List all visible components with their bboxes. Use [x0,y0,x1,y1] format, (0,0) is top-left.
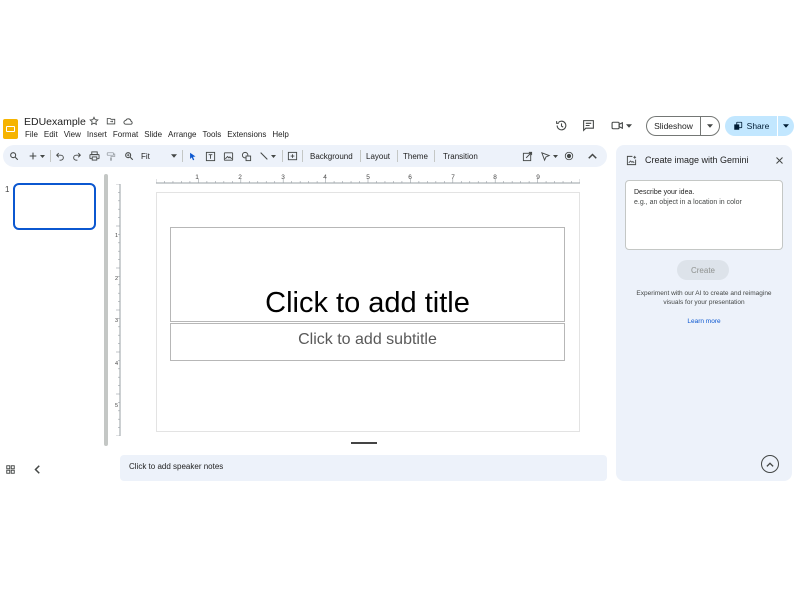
share-dropdown-button[interactable] [778,116,794,136]
ruler-label: 8 [493,174,497,181]
transition-button[interactable]: Transition [443,145,478,167]
chevron-down-icon[interactable] [171,145,177,167]
shape-icon[interactable] [241,145,252,167]
pen-icon[interactable] [540,145,558,167]
menu-insert[interactable]: Insert [84,130,110,139]
title-placeholder[interactable]: Click to add title [170,227,565,322]
prompt-label: Describe your idea. [634,189,695,196]
slideshow-dropdown-button[interactable] [700,116,720,136]
horizontal-ruler[interactable]: 1 2 3 4 5 6 7 8 9 [156,172,580,184]
grid-view-icon[interactable] [6,465,15,474]
ruler-label: 3 [115,318,118,324]
select-icon[interactable] [188,145,198,167]
vertical-ruler[interactable]: 1 2 3 4 5 [112,184,122,436]
background-button[interactable]: Background [310,145,353,167]
close-icon[interactable] [775,156,784,165]
image-create-icon [626,155,637,166]
collapse-toolbar-icon[interactable] [588,145,597,167]
paint-format-icon[interactable] [106,145,116,167]
prompt-placeholder: e.g., an object in a location in color [634,199,742,206]
new-slide-icon[interactable] [28,145,45,167]
image-icon[interactable] [223,145,234,167]
document-title[interactable]: EDUexample [24,116,86,128]
speaker-notes-placeholder: Click to add speaker notes [129,462,224,471]
layout-button[interactable]: Layout [366,145,390,167]
menu-edit[interactable]: Edit [41,130,61,139]
menu-arrange[interactable]: Arrange [165,130,199,139]
menu-view[interactable]: View [61,130,84,139]
text-box-icon[interactable] [205,145,216,167]
undo-icon[interactable] [55,145,65,167]
ruler-label: 7 [451,174,455,181]
ruler-label: 6 [408,174,412,181]
star-icon[interactable] [89,116,99,126]
ruler-label: 2 [238,174,242,181]
meet-video-icon[interactable] [611,119,632,132]
panel-title: Create image with Gemini [645,155,749,165]
motion-icon[interactable] [522,145,533,167]
ruler-label: 5 [366,174,370,181]
collapse-filmstrip-icon[interactable] [34,465,40,474]
chevron-down-icon [707,124,713,128]
folder-move-icon[interactable] [106,116,116,126]
zoom-select[interactable]: Fit [141,145,150,167]
menu-extensions[interactable]: Extensions [224,130,269,139]
comment-add-icon[interactable] [287,145,298,167]
redo-icon[interactable] [72,145,82,167]
menu-format[interactable]: Format [110,130,141,139]
subtitle-placeholder[interactable]: Click to add subtitle [170,323,565,361]
notes-resize-handle[interactable] [351,442,377,444]
slides-logo[interactable] [3,119,18,139]
theme-button[interactable]: Theme [403,145,428,167]
chevron-down-icon [783,124,789,128]
lock-icon [733,121,743,131]
ruler-label: 3 [281,174,285,181]
share-button[interactable]: Share [725,116,777,136]
panel-description: Experiment with our AI to create and rei… [636,290,772,306]
slideshow-button[interactable]: Slideshow [646,116,700,136]
menu-slide[interactable]: Slide [141,130,165,139]
ruler-label: 4 [323,174,327,181]
zoom-icon[interactable] [124,145,134,167]
cloud-status-icon[interactable] [123,116,134,126]
ruler-label: 5 [115,403,118,409]
title-placeholder-text: Click to add title [265,287,470,319]
create-button[interactable]: Create [677,260,729,280]
menu-bar: File Edit View Insert Format Slide Arran… [24,130,292,139]
menu-help[interactable]: Help [269,130,291,139]
ruler-label: 2 [115,276,118,282]
slide-thumbnail[interactable] [13,183,96,230]
search-menus-icon[interactable] [9,145,19,167]
ruler-label: 1 [115,233,118,239]
learn-more-link[interactable]: Learn more [630,318,778,325]
comments-icon[interactable] [582,119,595,132]
filmstrip-scrollbar[interactable] [104,174,108,446]
ruler-label: 1 [195,174,199,181]
ruler-label: 9 [536,174,540,181]
share-label: Share [746,121,770,131]
menu-tools[interactable]: Tools [200,130,225,139]
subtitle-placeholder-text: Click to add subtitle [298,331,437,348]
ruler-label: 4 [115,361,118,367]
chevron-up-icon [766,461,774,467]
record-icon[interactable] [564,145,574,167]
slide-number: 1 [5,185,10,194]
line-icon[interactable] [259,145,276,167]
version-history-icon[interactable] [555,119,568,132]
menu-file[interactable]: File [24,130,41,139]
panel-expand-button[interactable] [761,455,779,473]
print-icon[interactable] [89,145,100,167]
